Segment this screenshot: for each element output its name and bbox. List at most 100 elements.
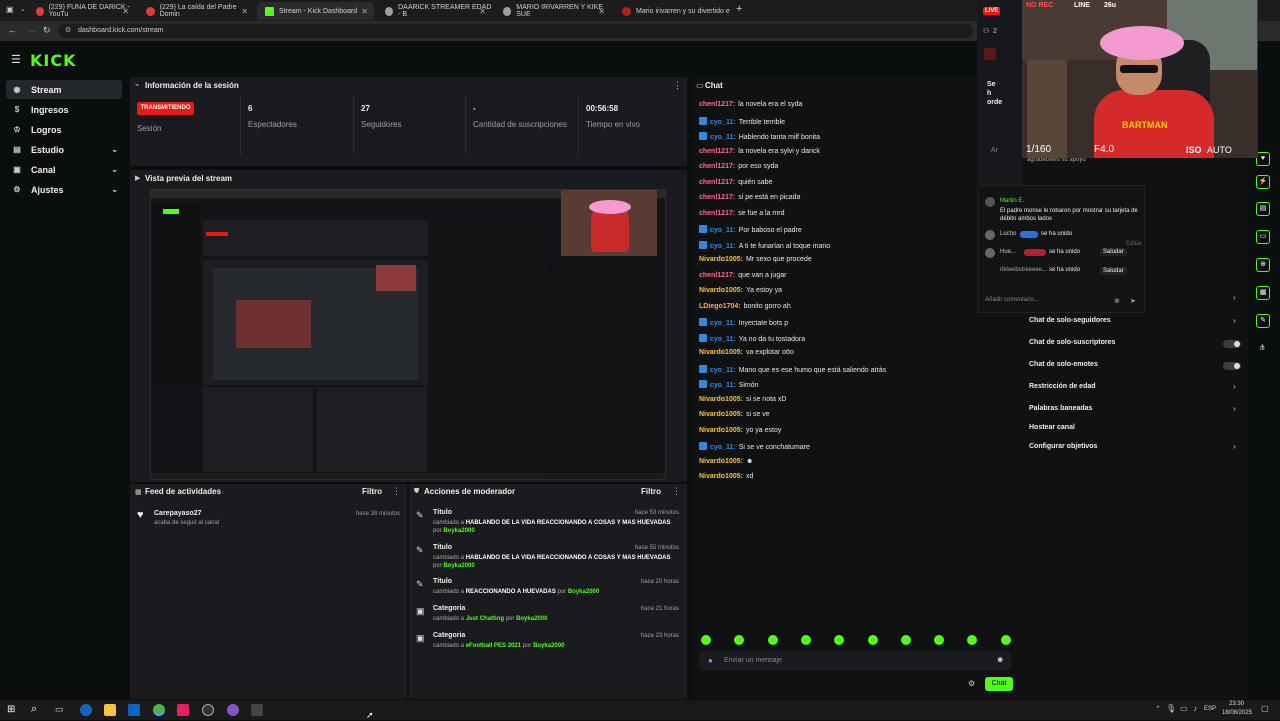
chat-username[interactable]: cyo_11:	[710, 336, 736, 343]
chat-message[interactable]: Nivardo1005: va explotar otto	[699, 349, 794, 356]
close-icon[interactable]: ✕	[598, 7, 605, 16]
chat-username[interactable]: cyo_11:	[710, 367, 736, 374]
activity-user[interactable]: Carepayaso27	[154, 510, 201, 517]
volume-icon[interactable]: ♪	[1193, 704, 1197, 713]
sidebar-item-ajustes[interactable]: ⚙ Ajustes ⌄	[6, 180, 122, 199]
chat-message[interactable]: cyo_11: Por baboso el padre	[699, 225, 802, 234]
chat-message[interactable]: chenl1217: que van a jugar	[699, 272, 786, 279]
sidebar-item-ingresos[interactable]: $ Ingresos	[6, 100, 122, 119]
setting-chat-de-solo-emotes[interactable]: Chat de solo-emotes	[1029, 361, 1098, 368]
chat-username[interactable]: Nivardo1005:	[699, 411, 743, 418]
toggle-switch[interactable]	[1223, 340, 1241, 348]
chat-username[interactable]: cyo_11:	[710, 134, 736, 141]
mic-icon[interactable]: ●	[708, 656, 713, 665]
modaction-user[interactable]: Boyka2000	[443, 528, 474, 534]
chat-message[interactable]: chenl1217: la novela era sylvi y darick	[699, 148, 820, 155]
emote-icon[interactable]	[701, 635, 711, 645]
forward-icon[interactable]: →	[27, 25, 36, 35]
comment-input[interactable]: Añadir comentario...	[985, 297, 1039, 303]
rail-link-icon[interactable]: ⊕	[1256, 258, 1270, 272]
chat-message[interactable]: Nivardo1005: xd	[699, 473, 753, 480]
send-chat-button[interactable]: Chat	[985, 677, 1013, 691]
rail-share-icon[interactable]: ⋔	[1259, 343, 1266, 352]
chat-username[interactable]: Nivardo1005:	[699, 349, 743, 356]
chat-username[interactable]: Nivardo1005:	[699, 256, 743, 263]
emote-icon[interactable]	[867, 635, 878, 645]
chat-username[interactable]: cyo_11:	[710, 320, 736, 327]
rail-wrench-icon[interactable]: ✎	[1256, 314, 1270, 328]
copilot-icon[interactable]	[80, 704, 92, 716]
chat-message[interactable]: cyo_11: Si se ve conchatumare	[699, 442, 810, 451]
setting-chat-de-solo-suscriptores[interactable]: Chat de solo-suscriptores	[1029, 339, 1115, 346]
sidebar-item-logros[interactable]: ♔ Logros	[6, 120, 122, 139]
site-info-icon[interactable]: ⚙	[65, 26, 71, 34]
send-icon[interactable]: ➤	[1130, 297, 1136, 305]
chat-message[interactable]: cyo_11: A ti te funarían al toque mano	[699, 240, 830, 250]
toggle-switch[interactable]	[1223, 362, 1241, 370]
browser-tab-active[interactable]: Stream - Kick Dashboard ✕	[257, 2, 374, 20]
window-menu-icon[interactable]: ▣	[6, 5, 14, 14]
emote-icon[interactable]	[900, 635, 911, 645]
close-icon[interactable]: ⊗	[1114, 297, 1120, 305]
chat-message[interactable]: Nivardo1005: Mr sexo que procede	[699, 256, 812, 263]
terminal-icon[interactable]	[251, 704, 263, 716]
chat-username[interactable]: chenl1217:	[699, 163, 735, 170]
chat-message[interactable]: LDiego1704: bonito gorro ah	[699, 303, 791, 310]
file-explorer-icon[interactable]	[104, 704, 116, 716]
greet-button[interactable]: Saludar	[1100, 267, 1127, 275]
chat-input[interactable]: Enviar un mensaje	[699, 650, 1011, 671]
chat-message[interactable]: cyo_11: Simón	[699, 380, 759, 389]
chevron-right-icon[interactable]: ›	[1233, 442, 1236, 451]
reload-icon[interactable]: ↻	[43, 25, 51, 36]
chat-username[interactable]: Nivardo1005:	[699, 396, 743, 403]
kebab-menu-icon[interactable]: ⋮	[673, 80, 682, 91]
chat-username[interactable]: cyo_11:	[710, 444, 736, 451]
network-icon[interactable]: ▭	[1180, 704, 1188, 713]
sidebar-item-stream[interactable]: ◉ Stream	[6, 80, 122, 99]
chat-username[interactable]: chenl1217:	[699, 210, 735, 217]
chevron-right-icon[interactable]: ›	[1233, 382, 1236, 391]
chat-message[interactable]: cyo_11: Ya no da tu tostadora	[699, 333, 805, 343]
browser-tab[interactable]: Mario irivarren y su divertido e	[614, 2, 730, 20]
obs-icon[interactable]	[202, 704, 214, 716]
emote-icon[interactable]	[767, 635, 778, 645]
chat-message[interactable]: chenl1217: si pe está en picada	[699, 194, 800, 201]
tiktok-icon[interactable]	[177, 704, 189, 716]
rail-bolt-icon[interactable]: ⚡	[1256, 175, 1270, 189]
modaction-user[interactable]: Boyka2000	[443, 563, 474, 569]
chat-message[interactable]: Nivardo1005: si se nota xD	[699, 396, 786, 403]
greet-button[interactable]: Saludar	[1100, 248, 1127, 256]
chat-username[interactable]: Nivardo1005:	[699, 287, 743, 294]
new-tab-button[interactable]: +	[736, 3, 742, 15]
modaction-user[interactable]: Boyka2000	[533, 643, 564, 649]
setting-chat-de-solo-seguidores[interactable]: Chat de solo-seguidores	[1029, 317, 1111, 324]
back-icon[interactable]: ←	[8, 25, 17, 35]
clock-date[interactable]: 18/08/2025	[1222, 710, 1252, 716]
emoji-icon[interactable]: ☻	[996, 655, 1004, 664]
mic-tray-icon[interactable]: 🎙	[1166, 704, 1176, 713]
chat-message[interactable]: cyo_11: Mano que es ese humo que está sal…	[699, 364, 886, 374]
task-view-icon[interactable]: ▭	[55, 704, 64, 715]
chrome-icon[interactable]	[153, 704, 165, 716]
emote-icon[interactable]	[800, 635, 811, 645]
sidebar-item-canal[interactable]: ▣ Canal ⌄	[6, 160, 122, 179]
modactions-filter-button[interactable]: Filtro	[641, 487, 661, 496]
setting-palabras-baneadas[interactable]: Palabras baneadas	[1029, 405, 1092, 412]
url-field[interactable]: dashboard.kick.com/stream	[58, 24, 973, 38]
chat-username[interactable]: LDiego1704:	[699, 303, 741, 310]
chat-username[interactable]: chenl1217:	[699, 179, 735, 186]
rail-doc-icon[interactable]: ▤	[1256, 202, 1270, 216]
chat-message[interactable]: Nivardo1005: yo ya estoy	[699, 427, 781, 434]
chat-message[interactable]: cyo_11: Hablendo tanta milf bonita	[699, 132, 820, 141]
emote-icon[interactable]	[1000, 635, 1011, 645]
notification-icon[interactable]: ▢	[1261, 704, 1269, 713]
edit-label[interactable]: Editar	[1126, 241, 1142, 247]
chat-username[interactable]: chenl1217:	[699, 194, 735, 201]
clock-time[interactable]: 23:30	[1229, 701, 1244, 707]
app-icon[interactable]	[227, 704, 239, 716]
close-icon[interactable]: ✕	[241, 7, 248, 16]
modaction-user[interactable]: Boyka2000	[516, 616, 547, 622]
chat-username[interactable]: Nivardo1005:	[699, 427, 743, 434]
rail-heart-icon[interactable]: ♥	[1256, 152, 1270, 166]
chat-message[interactable]: Nivardo1005: si se ve	[699, 411, 770, 418]
